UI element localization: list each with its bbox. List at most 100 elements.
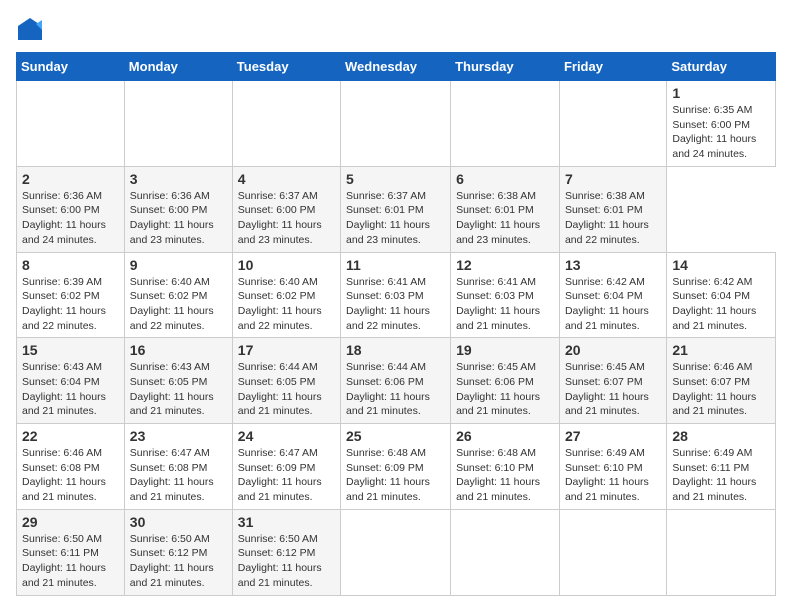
day-number: 28 (672, 428, 770, 444)
day-info: Sunrise: 6:36 AMSunset: 6:00 PMDaylight:… (130, 189, 227, 248)
calendar-table: SundayMondayTuesdayWednesdayThursdayFrid… (16, 52, 776, 596)
calendar-cell (17, 81, 125, 167)
day-number: 31 (238, 514, 335, 530)
day-info: Sunrise: 6:38 AMSunset: 6:01 PMDaylight:… (456, 189, 554, 248)
day-number: 8 (22, 257, 119, 273)
day-info: Sunrise: 6:36 AMSunset: 6:00 PMDaylight:… (22, 189, 119, 248)
calendar-cell: 13Sunrise: 6:42 AMSunset: 6:04 PMDayligh… (559, 252, 666, 338)
logo (16, 16, 48, 44)
calendar-cell: 27 Sunrise: 6:49 AMSunset: 6:10 PMDayligh… (559, 424, 666, 510)
day-number: 3 (130, 171, 227, 187)
day-number: 4 (238, 171, 335, 187)
day-info: Sunrise: 6:44 AMSunset: 6:05 PMDaylight:… (238, 360, 335, 419)
day-number: 29 (22, 514, 119, 530)
day-number: 23 (130, 428, 227, 444)
calendar-cell: 14 Sunrise: 6:42 AMSunset: 6:04 PMDayligh… (667, 252, 776, 338)
calendar-cell: 29 Sunrise: 6:50 AMSunset: 6:11 PMDayligh… (17, 509, 125, 595)
calendar-cell: 30Sunrise: 6:50 AMSunset: 6:12 PMDayligh… (124, 509, 232, 595)
calendar-cell (341, 509, 451, 595)
day-info: Sunrise: 6:35 AMSunset: 6:00 PMDaylight:… (672, 103, 770, 162)
day-number: 15 (22, 342, 119, 358)
day-number: 20 (565, 342, 661, 358)
calendar-cell: 18 Sunrise: 6:44 AMSunset: 6:06 PMDayligh… (341, 338, 451, 424)
calendar-cell: 7Sunrise: 6:38 AMSunset: 6:01 PMDaylight… (559, 166, 666, 252)
day-info: Sunrise: 6:45 AMSunset: 6:07 PMDaylight:… (565, 360, 661, 419)
day-number: 27 (565, 428, 661, 444)
calendar-header-thursday: Thursday (451, 53, 560, 81)
calendar-cell (559, 509, 666, 595)
calendar-header-wednesday: Wednesday (341, 53, 451, 81)
day-number: 6 (456, 171, 554, 187)
day-info: Sunrise: 6:40 AMSunset: 6:02 PMDaylight:… (130, 275, 227, 334)
day-number: 16 (130, 342, 227, 358)
calendar-cell: 20 Sunrise: 6:45 AMSunset: 6:07 PMDayligh… (559, 338, 666, 424)
calendar-cell: 12Sunrise: 6:41 AMSunset: 6:03 PMDayligh… (451, 252, 560, 338)
calendar-cell: 1Sunrise: 6:35 AMSunset: 6:00 PMDaylight… (667, 81, 776, 167)
day-info: Sunrise: 6:37 AMSunset: 6:00 PMDaylight:… (238, 189, 335, 248)
day-number: 2 (22, 171, 119, 187)
calendar-cell: 6 Sunrise: 6:38 AMSunset: 6:01 PMDaylight… (451, 166, 560, 252)
calendar-cell: 5 Sunrise: 6:37 AMSunset: 6:01 PMDaylight… (341, 166, 451, 252)
calendar-cell (341, 81, 451, 167)
calendar-week-1: 1Sunrise: 6:35 AMSunset: 6:00 PMDaylight… (17, 81, 776, 167)
day-number: 25 (346, 428, 445, 444)
day-number: 26 (456, 428, 554, 444)
calendar-cell (451, 81, 560, 167)
day-info: Sunrise: 6:38 AMSunset: 6:01 PMDaylight:… (565, 189, 661, 248)
day-info: Sunrise: 6:42 AMSunset: 6:04 PMDaylight:… (565, 275, 661, 334)
day-number: 30 (130, 514, 227, 530)
calendar-cell (232, 81, 340, 167)
day-number: 22 (22, 428, 119, 444)
calendar-cell: 24Sunrise: 6:47 AMSunset: 6:09 PMDayligh… (232, 424, 340, 510)
day-info: Sunrise: 6:48 AMSunset: 6:10 PMDaylight:… (456, 446, 554, 505)
calendar-header-tuesday: Tuesday (232, 53, 340, 81)
day-info: Sunrise: 6:42 AMSunset: 6:04 PMDaylight:… (672, 275, 770, 334)
day-info: Sunrise: 6:45 AMSunset: 6:06 PMDaylight:… (456, 360, 554, 419)
calendar-week-4: 15 Sunrise: 6:43 AMSunset: 6:04 PMDayligh… (17, 338, 776, 424)
calendar-cell: 25 Sunrise: 6:48 AMSunset: 6:09 PMDayligh… (341, 424, 451, 510)
day-number: 18 (346, 342, 445, 358)
calendar-cell: 28Sunrise: 6:49 AMSunset: 6:11 PMDayligh… (667, 424, 776, 510)
day-info: Sunrise: 6:48 AMSunset: 6:09 PMDaylight:… (346, 446, 445, 505)
day-number: 14 (672, 257, 770, 273)
calendar-cell: 15 Sunrise: 6:43 AMSunset: 6:04 PMDayligh… (17, 338, 125, 424)
calendar-week-6: 29 Sunrise: 6:50 AMSunset: 6:11 PMDayligh… (17, 509, 776, 595)
calendar-header-saturday: Saturday (667, 53, 776, 81)
day-number: 5 (346, 171, 445, 187)
calendar-header-monday: Monday (124, 53, 232, 81)
calendar-cell: 2 Sunrise: 6:36 AMSunset: 6:00 PMDaylight… (17, 166, 125, 252)
day-number: 21 (672, 342, 770, 358)
day-info: Sunrise: 6:40 AMSunset: 6:02 PMDaylight:… (238, 275, 335, 334)
calendar-cell (451, 509, 560, 595)
calendar-cell: 21 Sunrise: 6:46 AMSunset: 6:07 PMDayligh… (667, 338, 776, 424)
calendar-header-friday: Friday (559, 53, 666, 81)
calendar-cell: 11Sunrise: 6:41 AMSunset: 6:03 PMDayligh… (341, 252, 451, 338)
day-info: Sunrise: 6:49 AMSunset: 6:10 PMDaylight:… (565, 446, 661, 505)
day-info: Sunrise: 6:50 AMSunset: 6:11 PMDaylight:… (22, 532, 119, 591)
calendar-cell: 26 Sunrise: 6:48 AMSunset: 6:10 PMDayligh… (451, 424, 560, 510)
calendar-week-2: 2 Sunrise: 6:36 AMSunset: 6:00 PMDaylight… (17, 166, 776, 252)
logo-icon (16, 16, 44, 44)
calendar-cell: 16 Sunrise: 6:43 AMSunset: 6:05 PMDayligh… (124, 338, 232, 424)
day-info: Sunrise: 6:50 AMSunset: 6:12 PMDaylight:… (238, 532, 335, 591)
day-number: 24 (238, 428, 335, 444)
day-info: Sunrise: 6:43 AMSunset: 6:05 PMDaylight:… (130, 360, 227, 419)
page-header (16, 16, 776, 44)
day-info: Sunrise: 6:46 AMSunset: 6:07 PMDaylight:… (672, 360, 770, 419)
day-info: Sunrise: 6:44 AMSunset: 6:06 PMDaylight:… (346, 360, 445, 419)
day-info: Sunrise: 6:39 AMSunset: 6:02 PMDaylight:… (22, 275, 119, 334)
calendar-cell: 31 Sunrise: 6:50 AMSunset: 6:12 PMDayligh… (232, 509, 340, 595)
day-number: 10 (238, 257, 335, 273)
calendar-cell: 9Sunrise: 6:40 AMSunset: 6:02 PMDaylight… (124, 252, 232, 338)
day-info: Sunrise: 6:37 AMSunset: 6:01 PMDaylight:… (346, 189, 445, 248)
calendar-header-sunday: Sunday (17, 53, 125, 81)
calendar-week-5: 22Sunrise: 6:46 AMSunset: 6:08 PMDayligh… (17, 424, 776, 510)
calendar-cell: 17Sunrise: 6:44 AMSunset: 6:05 PMDayligh… (232, 338, 340, 424)
day-info: Sunrise: 6:43 AMSunset: 6:04 PMDaylight:… (22, 360, 119, 419)
calendar-cell (124, 81, 232, 167)
calendar-cell: 3 Sunrise: 6:36 AMSunset: 6:00 PMDaylight… (124, 166, 232, 252)
calendar-week-3: 8 Sunrise: 6:39 AMSunset: 6:02 PMDaylight… (17, 252, 776, 338)
day-info: Sunrise: 6:41 AMSunset: 6:03 PMDaylight:… (346, 275, 445, 334)
day-number: 12 (456, 257, 554, 273)
calendar-cell: 19Sunrise: 6:45 AMSunset: 6:06 PMDayligh… (451, 338, 560, 424)
